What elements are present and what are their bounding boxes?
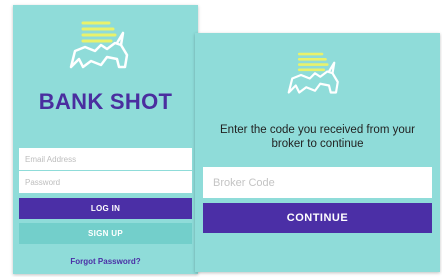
broker-code-field[interactable] bbox=[203, 167, 432, 198]
rhino-logo-icon bbox=[61, 15, 141, 79]
login-button[interactable]: LOG IN bbox=[19, 198, 192, 219]
email-field[interactable] bbox=[19, 148, 192, 170]
broker-code-prompt: Enter the code you received from your br… bbox=[220, 124, 415, 150]
login-screen: BANK SHOT LOG IN SIGN UP Forgot Password… bbox=[13, 5, 198, 274]
broker-code-screen: Enter the code you received from your br… bbox=[195, 33, 440, 272]
continue-button[interactable]: CONTINUE bbox=[203, 203, 432, 233]
rhino-logo-icon bbox=[280, 46, 350, 104]
forgot-password-link[interactable]: Forgot Password? bbox=[13, 257, 198, 266]
brand-title: BANK SHOT bbox=[38, 89, 173, 114]
password-field[interactable] bbox=[19, 171, 192, 193]
signup-button[interactable]: SIGN UP bbox=[19, 223, 192, 244]
